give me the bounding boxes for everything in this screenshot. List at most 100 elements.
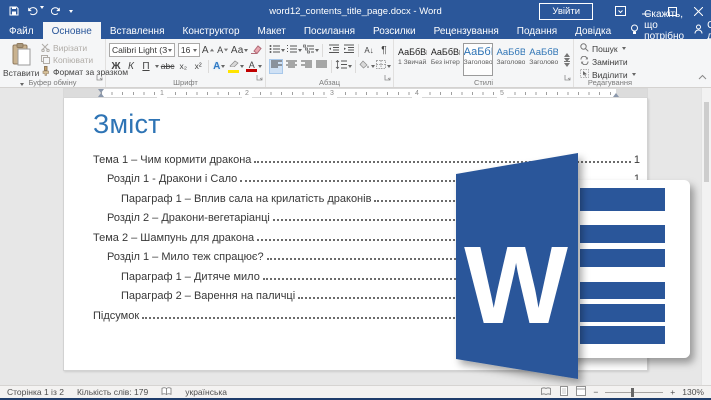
divider bbox=[322, 44, 323, 57]
italic-button[interactable]: К bbox=[124, 59, 138, 74]
undo-caret-icon[interactable] bbox=[40, 6, 44, 9]
share-button[interactable]: Спільний доступ bbox=[694, 22, 711, 39]
styles-scroll-up-icon[interactable] bbox=[564, 53, 570, 57]
tab-mailings[interactable]: Розсилки bbox=[364, 22, 425, 39]
font-name-combobox[interactable]: Calibri Light (З bbox=[109, 43, 175, 57]
group-font: Calibri Light (З 16 А А Аа Ж К П abc х₂ … bbox=[106, 39, 266, 87]
cut-button[interactable]: Вирізати bbox=[41, 42, 103, 54]
zoom-slider[interactable] bbox=[605, 392, 663, 393]
dialog-launcher-icon[interactable] bbox=[256, 68, 263, 86]
clear-formatting-button[interactable] bbox=[249, 43, 263, 58]
change-case-button[interactable]: Аа bbox=[231, 43, 248, 58]
format-painter-icon bbox=[41, 66, 50, 78]
collapse-ribbon-icon[interactable] bbox=[698, 67, 707, 85]
quick-access-toolbar bbox=[0, 6, 73, 16]
style-label: Без інтере... bbox=[431, 59, 460, 66]
sort-button[interactable]: А↓ bbox=[362, 43, 376, 58]
font-name-value: Calibri Light (З bbox=[112, 45, 167, 55]
grow-arrow-icon bbox=[209, 49, 213, 52]
shading-button[interactable] bbox=[359, 59, 375, 74]
tell-me-box[interactable]: Скажіть, що потрібно зробити bbox=[620, 22, 694, 39]
ribbon-display-options-icon[interactable] bbox=[607, 0, 633, 22]
search-icon bbox=[580, 43, 589, 54]
shrink-font-button[interactable]: А bbox=[216, 43, 230, 58]
paste-label: Вставити bbox=[3, 68, 39, 78]
page-indicator[interactable]: Сторінка 1 із 2 bbox=[7, 387, 64, 397]
style-card-no-spacing[interactable]: АаБбВгГг, Без інтере... bbox=[430, 43, 461, 76]
style-label: 1 Звичай... bbox=[398, 59, 427, 66]
line-spacing-icon bbox=[335, 60, 347, 72]
close-button[interactable] bbox=[685, 0, 711, 22]
sign-in-button[interactable]: Увійти bbox=[539, 3, 593, 20]
underline-caret-icon[interactable] bbox=[155, 65, 159, 68]
line-spacing-button[interactable] bbox=[335, 59, 352, 74]
align-right-button[interactable] bbox=[299, 59, 313, 74]
tab-design[interactable]: Конструктор bbox=[174, 22, 249, 39]
horizontal-ruler[interactable]: 1 2 3 4 5 bbox=[0, 88, 711, 98]
style-card-heading3[interactable]: АаБбВаГ Заголово... bbox=[528, 43, 559, 76]
style-card-heading1[interactable]: АаБбВі Заголово... bbox=[463, 43, 494, 76]
undo-icon[interactable] bbox=[26, 6, 44, 16]
zoom-slider-thumb[interactable] bbox=[631, 388, 634, 397]
right-indent-marker[interactable] bbox=[613, 93, 619, 97]
tab-view[interactable]: Подання bbox=[508, 22, 566, 39]
tab-references[interactable]: Посилання bbox=[295, 22, 364, 39]
minimize-button[interactable] bbox=[633, 0, 659, 22]
tab-insert[interactable]: Вставлення bbox=[101, 22, 174, 39]
superscript-button[interactable]: х² bbox=[191, 59, 205, 74]
dialog-launcher-icon[interactable] bbox=[96, 68, 103, 86]
justify-button[interactable] bbox=[314, 59, 328, 74]
highlight-caret-icon bbox=[240, 65, 244, 68]
read-mode-view-icon[interactable] bbox=[540, 387, 552, 398]
find-button[interactable]: Пошук bbox=[580, 42, 644, 55]
decrease-indent-button[interactable] bbox=[326, 43, 340, 58]
copy-button[interactable]: Копіювати bbox=[41, 54, 103, 66]
tab-review[interactable]: Рецензування bbox=[425, 22, 508, 39]
tab-home[interactable]: Основне bbox=[43, 22, 101, 39]
tab-layout[interactable]: Макет bbox=[249, 22, 295, 39]
bullet-list-button[interactable] bbox=[269, 43, 285, 58]
word-count[interactable]: Кількість слів: 179 bbox=[77, 387, 148, 397]
zoom-level[interactable]: 130% bbox=[682, 387, 704, 397]
zoom-in-button[interactable]: + bbox=[670, 387, 675, 397]
show-formatting-marks-button[interactable]: ¶ bbox=[377, 43, 391, 58]
replace-button[interactable]: Замінити bbox=[580, 55, 644, 68]
underline-button[interactable]: П bbox=[139, 59, 153, 74]
style-card-normal[interactable]: АаБбВгГг, 1 Звичай... bbox=[397, 43, 428, 76]
left-indent-marker[interactable] bbox=[98, 93, 104, 97]
redo-icon[interactable] bbox=[51, 6, 61, 16]
subscript-button[interactable]: х₂ bbox=[176, 59, 190, 74]
toc-entry-text: Тема 2 – Шампунь для дракона bbox=[93, 232, 254, 244]
align-center-button[interactable] bbox=[284, 59, 298, 74]
highlight-button[interactable] bbox=[227, 59, 244, 74]
font-size-combobox[interactable]: 16 bbox=[178, 43, 200, 57]
proofing-book-icon bbox=[161, 387, 172, 398]
style-card-heading2[interactable]: АаБбВаГ Заголово... bbox=[495, 43, 526, 76]
save-icon[interactable] bbox=[9, 6, 19, 16]
tab-file[interactable]: Файл bbox=[0, 22, 43, 39]
grow-font-button[interactable]: А bbox=[201, 43, 215, 58]
proofing-status[interactable] bbox=[161, 387, 172, 398]
group-label-editing: Редагування bbox=[574, 78, 646, 87]
word-logo: W bbox=[450, 148, 705, 385]
customize-qat-icon[interactable] bbox=[68, 10, 73, 13]
format-painter-button[interactable]: Формат за зразком bbox=[41, 66, 103, 78]
tab-help[interactable]: Довідка bbox=[566, 22, 620, 39]
font-color-letter: А bbox=[249, 61, 255, 69]
numbered-list-button[interactable] bbox=[286, 43, 302, 58]
bold-button[interactable]: Ж bbox=[109, 59, 123, 74]
text-effects-button[interactable]: А bbox=[212, 59, 226, 74]
increase-indent-button[interactable] bbox=[341, 43, 355, 58]
print-layout-view-icon[interactable] bbox=[559, 386, 569, 398]
language-indicator[interactable]: українська bbox=[185, 387, 227, 397]
multilevel-list-button[interactable] bbox=[303, 43, 319, 58]
group-label-font: Шрифт bbox=[106, 78, 265, 87]
web-layout-view-icon[interactable] bbox=[576, 386, 586, 398]
dialog-launcher-icon[interactable] bbox=[564, 68, 571, 86]
zoom-out-button[interactable]: − bbox=[593, 387, 598, 397]
strikethrough-button[interactable]: abc bbox=[160, 59, 175, 74]
align-left-button[interactable] bbox=[269, 59, 283, 74]
styles-gallery-more-icon[interactable] bbox=[564, 63, 570, 67]
maximize-button[interactable] bbox=[659, 0, 685, 22]
dialog-launcher-icon[interactable] bbox=[384, 68, 391, 86]
